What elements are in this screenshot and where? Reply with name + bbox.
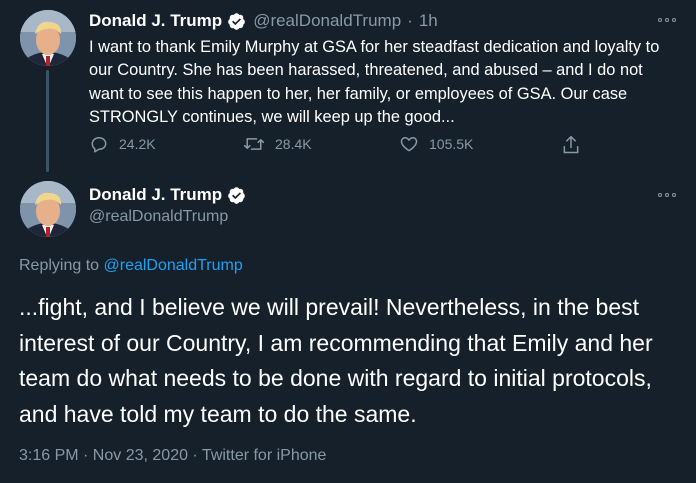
verified-badge-icon (228, 186, 245, 204)
thread-connector-line (46, 70, 49, 172)
separator-dot: · (407, 11, 413, 30)
replying-prefix: Replying to (19, 257, 104, 274)
tweet2-text: ...fight, and I believe we will prevail!… (19, 294, 653, 427)
more-options-icon[interactable] (656, 13, 678, 27)
tweet-timestamp[interactable]: 3:16 PM · Nov 23, 2020 · (19, 447, 202, 464)
author-avatar[interactable] (20, 181, 76, 237)
author-name[interactable]: Donald J. Trump (89, 184, 222, 206)
heart-icon (400, 137, 418, 152)
share-icon (563, 135, 579, 154)
tweet1-header: Donald J. Trump @realDonaldTrump · 1h (89, 11, 438, 31)
retweet-button[interactable]: 28.4K (243, 134, 312, 154)
verified-badge-icon (228, 12, 245, 30)
retweet-icon (243, 138, 265, 150)
tweet2-author: Donald J. Trump (89, 184, 253, 206)
retweet-count: 28.4K (275, 136, 312, 152)
replying-mention-link[interactable]: @realDonaldTrump (104, 257, 243, 274)
reply-button[interactable]: 24.2K (89, 134, 156, 154)
tweet-time[interactable]: 1h (419, 11, 438, 31)
reply-icon (91, 137, 107, 153)
like-button[interactable]: 105.5K (399, 134, 473, 154)
tweet2-metadata: 3:16 PM · Nov 23, 2020 · Twitter for iPh… (19, 447, 326, 465)
tweet-thread: Donald J. Trump @realDonaldTrump · 1h I … (0, 0, 696, 483)
share-button[interactable] (561, 134, 581, 156)
author-avatar[interactable] (20, 10, 76, 66)
author-handle[interactable]: @realDonaldTrump (89, 208, 228, 226)
tweet-source-link[interactable]: Twitter for iPhone (202, 447, 327, 464)
tweet1-text: I want to thank Emily Murphy at GSA for … (89, 38, 660, 126)
like-count: 105.5K (429, 136, 474, 152)
author-handle[interactable]: @realDonaldTrump (253, 11, 401, 31)
reply-count: 24.2K (119, 136, 156, 152)
replying-to: Replying to @realDonaldTrump (19, 257, 243, 275)
tweet1-actions: 24.2K 28.4K 105.5K (89, 134, 589, 158)
more-options-icon[interactable] (656, 188, 678, 202)
author-name[interactable]: Donald J. Trump (89, 11, 222, 31)
